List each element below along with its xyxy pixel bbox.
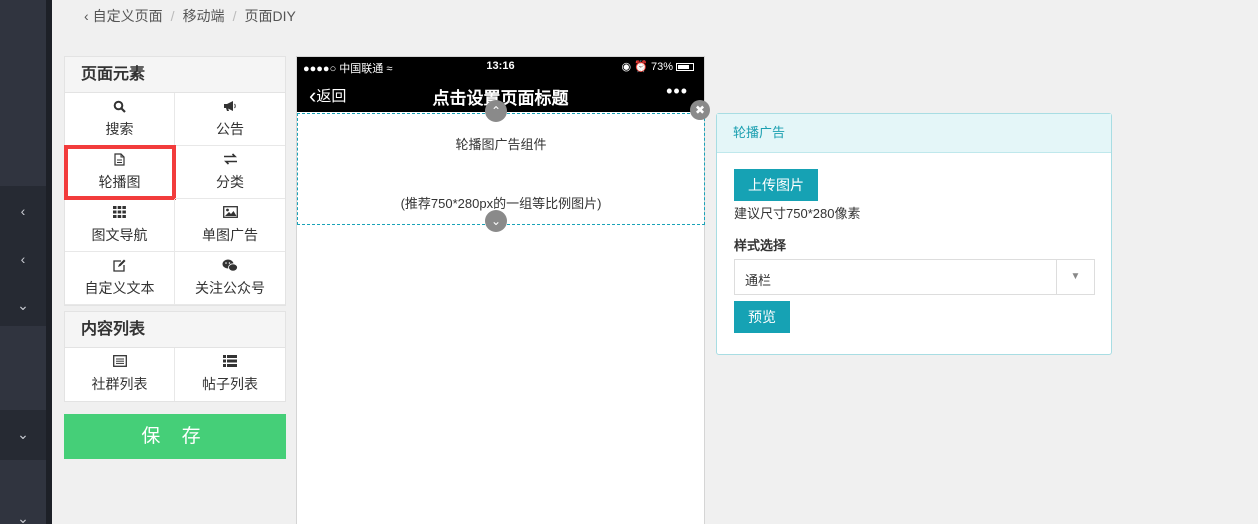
element-label: 公告: [216, 121, 244, 137]
element-single-ad[interactable]: 单图广告: [175, 199, 285, 252]
chevron-left-icon[interactable]: ‹: [84, 8, 89, 24]
breadcrumb-item-custom-page[interactable]: 自定义页面: [93, 6, 163, 26]
element-label: 关注公众号: [195, 280, 265, 296]
style-select-label: 样式选择: [734, 238, 787, 253]
element-community-list[interactable]: 社群列表: [65, 348, 175, 401]
edit-icon: [65, 259, 174, 275]
delete-icon[interactable]: ✖: [690, 100, 710, 120]
phone-preview: ●●●●○ 中国联通 ≈ 13:16 ◉ ⏰ 73% ‹返回 点击设置页面标题 …: [296, 56, 710, 524]
element-follow-account[interactable]: 关注公众号: [175, 252, 285, 305]
chevron-left-icon[interactable]: ‹: [0, 203, 46, 219]
element-category[interactable]: 分类: [175, 146, 285, 199]
status-bar: ●●●●○ 中国联通 ≈ 13:16 ◉ ⏰ 73%: [297, 57, 704, 77]
upload-image-button[interactable]: 上传图片: [734, 169, 818, 201]
page-elements-panel: 页面元素 搜索 公告 轮播图 分类 图文导航 单图广告 自定义文本 关注公众号: [64, 56, 286, 306]
element-post-list[interactable]: 帖子列表: [175, 348, 285, 401]
status-right: ◉ ⏰ 73%: [622, 60, 694, 73]
breadcrumb-separator: /: [232, 8, 237, 24]
move-down-icon[interactable]: ⌄: [485, 210, 507, 232]
size-hint: 建议尺寸750*280像素: [734, 206, 861, 221]
element-label: 社群列表: [91, 376, 148, 392]
chevron-down-icon[interactable]: ⌄: [0, 297, 46, 314]
save-button[interactable]: 保 存: [64, 414, 286, 459]
battery-icon: [676, 63, 694, 72]
element-label: 分类: [216, 174, 244, 190]
caret-down-icon[interactable]: ▼: [1056, 260, 1094, 294]
sidebar-edge: [46, 0, 52, 524]
bullhorn-icon: [175, 100, 285, 116]
element-search[interactable]: 搜索: [65, 93, 175, 146]
preview-button[interactable]: 预览: [734, 301, 790, 333]
carousel-component[interactable]: 轮播图广告组件 (推荐750*280px的一组等比例图片): [297, 113, 705, 225]
page-elements-title: 页面元素: [65, 57, 285, 93]
element-label: 帖子列表: [202, 376, 258, 392]
wechat-icon: [175, 259, 285, 275]
list-icon: [175, 355, 285, 371]
picture-icon: [175, 206, 285, 222]
element-label: 轮播图: [98, 174, 141, 190]
element-nav[interactable]: 图文导航: [65, 199, 175, 252]
chevron-left-icon[interactable]: ‹: [0, 251, 46, 267]
more-icon[interactable]: •••: [666, 81, 688, 102]
carousel-hint: (推荐750*280px的一组等比例图片): [400, 196, 602, 211]
chevron-down-icon[interactable]: ⌄: [0, 510, 46, 524]
list-alt-icon: [65, 355, 174, 371]
search-icon: [65, 100, 174, 116]
alarm-icon: ⏰: [634, 61, 648, 73]
element-carousel[interactable]: 轮播图: [64, 145, 176, 200]
move-up-icon[interactable]: ⌃: [485, 100, 507, 122]
element-label: 图文导航: [91, 227, 148, 243]
breadcrumb-item-mobile[interactable]: 移动端: [183, 6, 225, 26]
breadcrumb: ‹ 自定义页面 / 移动端 / 页面DIY: [84, 6, 296, 26]
carousel-settings-panel: 轮播广告 上传图片 建议尺寸750*280像素 样式选择 通栏 ▼ 预览: [716, 113, 1112, 355]
lock-rotation-icon: ◉: [621, 61, 632, 73]
element-custom-text[interactable]: 自定义文本: [65, 252, 175, 305]
file-icon: [65, 153, 174, 169]
element-notice[interactable]: 公告: [175, 93, 285, 146]
element-label: 单图广告: [202, 227, 258, 243]
chevron-down-icon[interactable]: ⌄: [0, 426, 46, 443]
breadcrumb-item-page-diy: 页面DIY: [244, 8, 296, 24]
carousel-title: 轮播图广告组件: [455, 137, 547, 152]
breadcrumb-separator: /: [170, 8, 175, 24]
style-select-value: 通栏: [745, 273, 772, 288]
style-select[interactable]: 通栏 ▼: [734, 259, 1095, 295]
th-icon: [65, 206, 174, 222]
content-list-panel: 内容列表 社群列表 帖子列表: [64, 311, 286, 402]
exchange-icon: [175, 153, 285, 169]
settings-title: 轮播广告: [717, 114, 1111, 153]
content-list-title: 内容列表: [65, 312, 285, 348]
element-label: 搜索: [105, 121, 134, 137]
left-sidebar: ‹ ‹ ⌄ ⌄ ⌄: [0, 0, 46, 524]
element-label: 自定义文本: [84, 280, 155, 296]
